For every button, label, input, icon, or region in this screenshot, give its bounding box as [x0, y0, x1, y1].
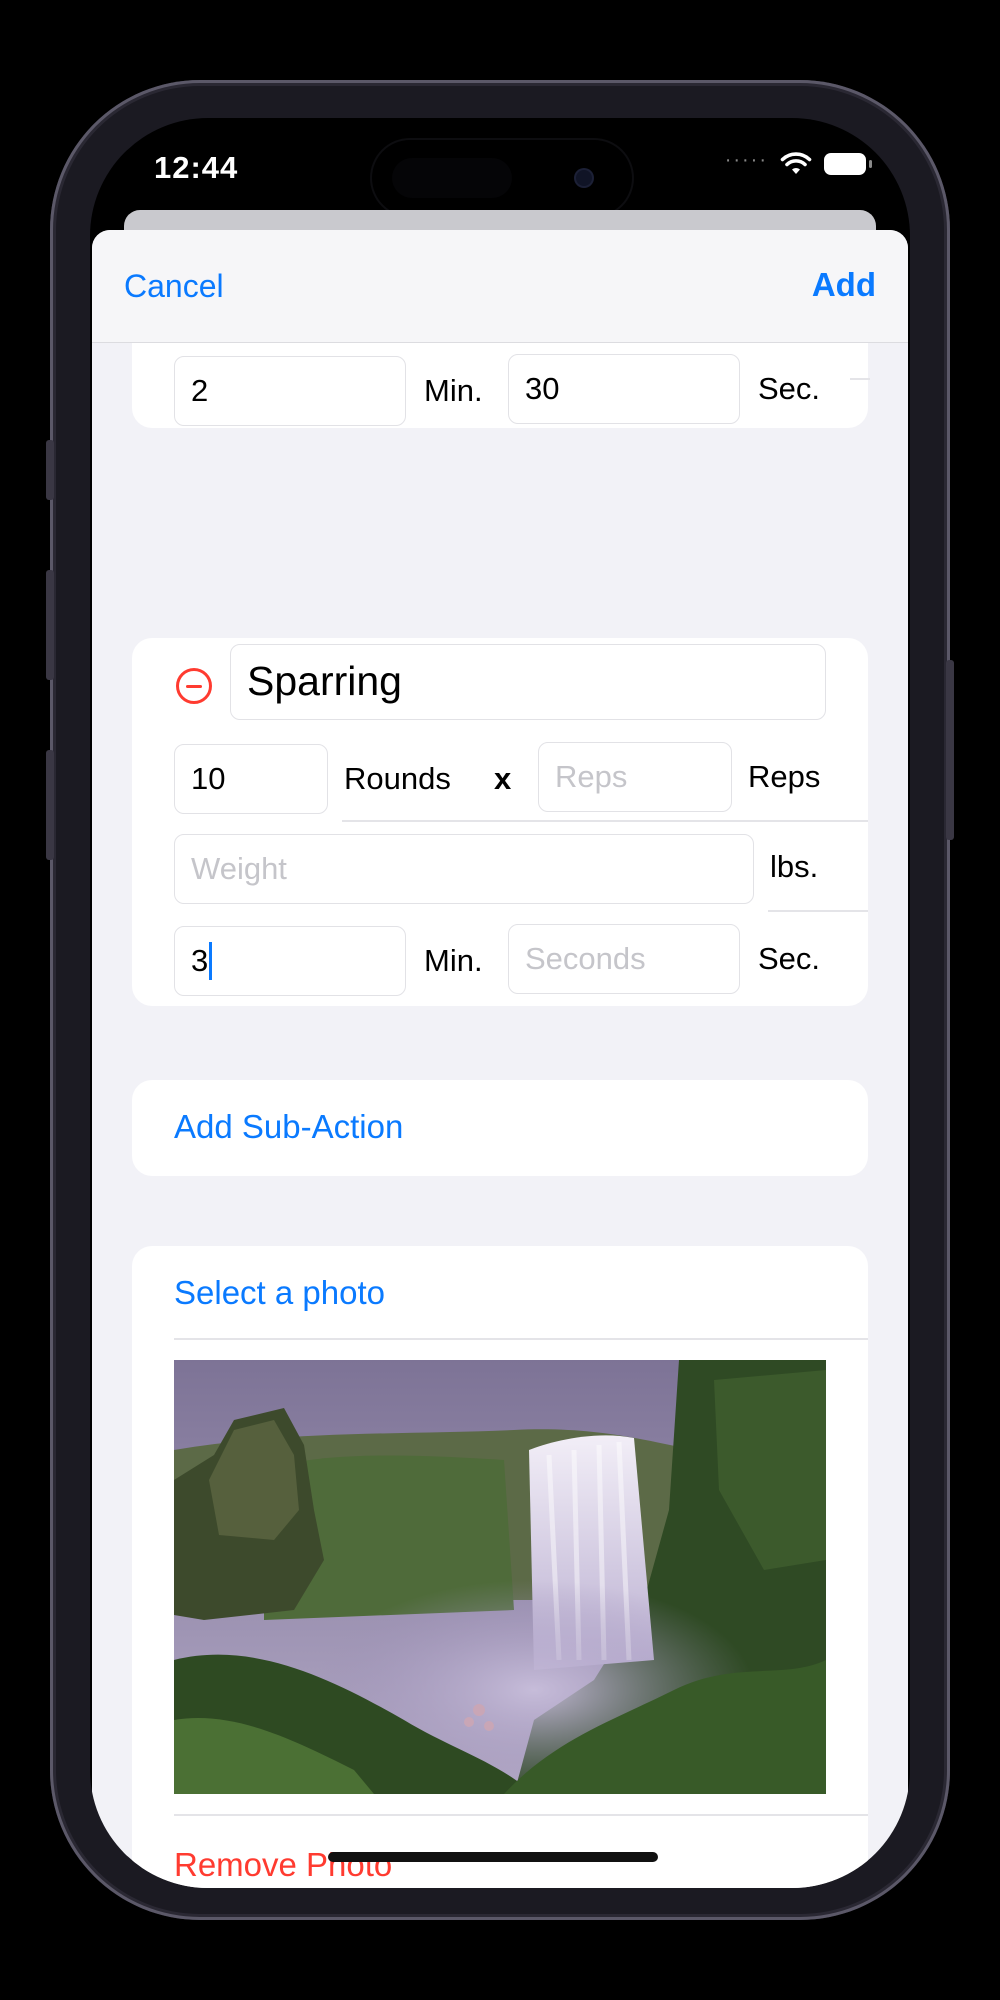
separator	[174, 1814, 868, 1816]
action-card: Sparring 10 Rounds x Reps Reps Weight lb…	[132, 638, 868, 1006]
reps-label: Reps	[748, 759, 821, 794]
minutes-label: Min.	[424, 373, 483, 408]
duration-minutes-field[interactable]: 3	[174, 926, 406, 996]
add-button[interactable]: Add	[812, 266, 876, 304]
separator	[850, 378, 870, 380]
action-button	[46, 440, 54, 500]
duration-seconds-label: Sec.	[758, 941, 821, 976]
wifi-icon	[780, 152, 812, 176]
volume-down-button	[46, 750, 54, 860]
rounds-label: Rounds	[344, 761, 451, 796]
photo-card: Select a photo Remove Photo	[132, 1246, 868, 1888]
status-icons: ·····	[724, 148, 872, 176]
remove-action-icon[interactable]	[176, 668, 212, 704]
front-camera	[576, 170, 592, 186]
add-sub-action-button[interactable]: Add Sub-Action	[174, 1108, 403, 1146]
weight-unit-label: lbs.	[770, 849, 819, 884]
screen: 12:44 ····· Cancel Add 2 Min. 30 Sec. Sp…	[90, 118, 910, 1888]
seconds-field[interactable]: 30	[508, 354, 740, 424]
island-sensor	[392, 158, 512, 198]
separator	[768, 910, 868, 912]
status-time: 12:44	[154, 150, 239, 185]
dynamic-island	[372, 140, 632, 216]
select-photo-button[interactable]: Select a photo	[174, 1274, 385, 1312]
home-indicator	[328, 1852, 658, 1862]
selected-photo	[174, 1360, 826, 1794]
signal-dots-icon: ·····	[724, 148, 768, 171]
times-label: x	[494, 761, 512, 796]
battery-icon	[824, 153, 872, 175]
weight-field[interactable]: Weight	[174, 834, 754, 904]
modal-sheet: Cancel Add 2 Min. 30 Sec. Sparring 10 Ro…	[92, 230, 908, 1888]
cancel-button[interactable]: Cancel	[124, 268, 224, 305]
rounds-field[interactable]: 10	[174, 744, 328, 814]
navigation-bar: Cancel Add	[92, 230, 908, 343]
reps-field[interactable]: Reps	[538, 742, 732, 812]
minutes-value: 3	[191, 943, 209, 978]
action-name-field[interactable]: Sparring	[230, 644, 826, 720]
seconds-label: Sec.	[758, 371, 821, 406]
duration-minutes-label: Min.	[424, 943, 483, 978]
duration-seconds-field[interactable]: Seconds	[508, 924, 740, 994]
separator	[174, 1338, 868, 1340]
volume-up-button	[46, 570, 54, 680]
separator	[342, 820, 868, 822]
minutes-field[interactable]: 2	[174, 356, 406, 426]
side-button	[946, 660, 954, 840]
text-cursor	[209, 941, 213, 980]
add-sub-action-row[interactable]: Add Sub-Action	[132, 1080, 868, 1176]
